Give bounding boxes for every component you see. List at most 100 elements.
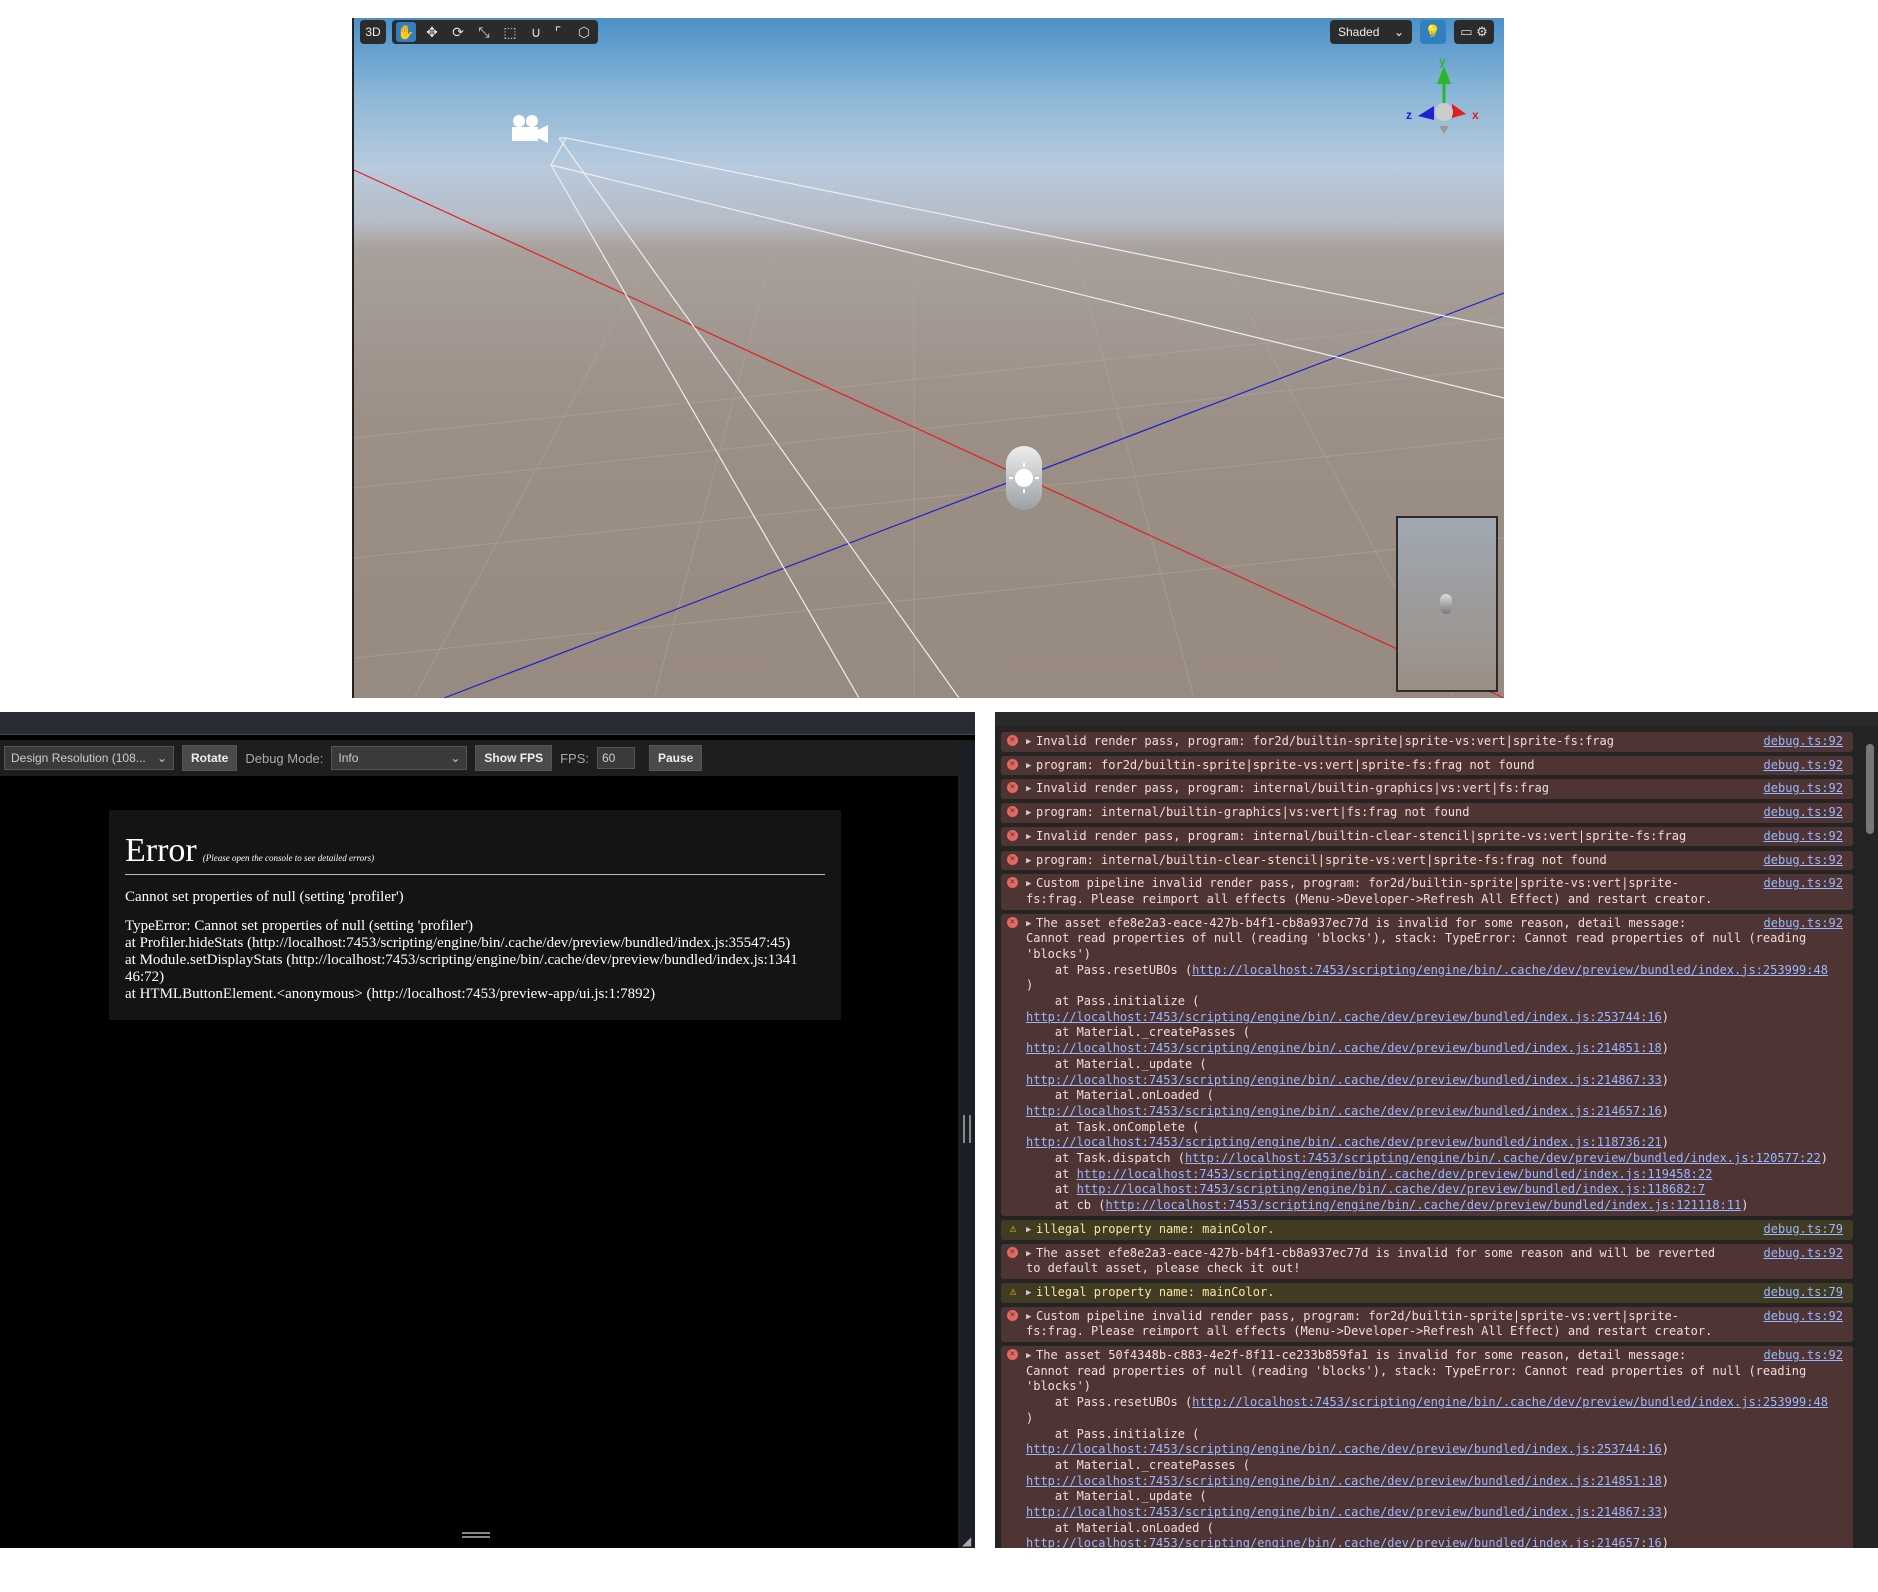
console-stack-link[interactable]: http://localhost:7453/scripting/engine/b… <box>1026 1041 1662 1055</box>
fps-input[interactable]: 60 <box>596 747 635 769</box>
console-stack-link[interactable]: http://localhost:7453/scripting/engine/b… <box>1026 1442 1662 1456</box>
console-source-link[interactable]: debug.ts:92 <box>1764 758 1843 774</box>
console-stack-link[interactable]: http://localhost:7453/scripting/engine/b… <box>1077 1167 1713 1181</box>
preview-tabstrip <box>0 712 975 735</box>
error-stack-line: TypeError: Cannot set properties of null… <box>125 918 474 934</box>
console-error-row[interactable]: ✕ ▶ program: internal/builtin-graphics|vs:… <box>1001 803 1853 823</box>
error-icon: ✕ <box>1007 735 1018 746</box>
console-message-line: http://localhost:7453/scripting/engine/b… <box>1026 1135 1669 1150</box>
console-source-link[interactable]: debug.ts:92 <box>1764 781 1843 797</box>
gizmo-x-label: x <box>1472 108 1479 122</box>
console-stack-link[interactable]: http://localhost:7453/scripting/engine/b… <box>1105 1198 1741 1212</box>
error-stack-line: 46:72) <box>125 969 165 985</box>
console-error-row[interactable]: ✕ ▶ The asset 50f4348b-c883-4e2f-8f11-ce23… <box>1001 1346 1853 1548</box>
console-warning-row[interactable]: ⚠ ▶ illegal property name: mainColor. debug… <box>1001 1219 1853 1240</box>
console-source-link[interactable]: debug.ts:92 <box>1764 876 1843 892</box>
console-stack-link[interactable]: http://localhost:7453/scripting/engine/b… <box>1026 1104 1662 1118</box>
console-error-row[interactable]: ✕ ▶ program: for2d/builtin-sprite|sprite-v… <box>1001 755 1853 776</box>
console-source-link[interactable]: debug.ts:79 <box>1764 1222 1843 1238</box>
console-message-line: at http://localhost:7453/scripting/engin… <box>1026 1166 1713 1181</box>
console-stack-link[interactable]: http://localhost:7453/scripting/engine/b… <box>1026 1474 1662 1488</box>
pause-button[interactable]: Pause <box>648 745 703 771</box>
error-title: Error <box>125 832 197 869</box>
design-resolution-select[interactable]: Design Resolution (108... ⌄ <box>4 746 174 770</box>
console-stack-link[interactable]: http://localhost:7453/scripting/engine/b… <box>1185 1151 1821 1165</box>
console-error-row[interactable]: ✕ ▶ Custom pipeline invalid render pass, p… <box>1001 1306 1853 1343</box>
axis-gizmo[interactable]: y x z <box>1404 54 1484 144</box>
console-message-line: The asset efe8e2a3-eace-427b-b4f1-cb8a93… <box>1036 915 1687 930</box>
console-stack-link[interactable]: http://localhost:7453/scripting/engine/b… <box>1026 1010 1662 1024</box>
expand-triangle-icon[interactable]: ▶ <box>1026 1247 1031 1263</box>
console-source-link[interactable]: debug.ts:92 <box>1764 805 1843 821</box>
console-message-line: 'blocks') <box>1026 1379 1092 1394</box>
expand-triangle-icon[interactable]: ▶ <box>1026 806 1031 822</box>
console-message-line: fs:frag. Please reimport all effects (Me… <box>1026 1324 1713 1339</box>
cube-icon[interactable]: ⬡ <box>574 22 594 42</box>
hand-icon[interactable]: ✋ <box>396 22 416 42</box>
console-stack-link[interactable]: http://localhost:7453/scripting/engine/b… <box>1026 1073 1662 1087</box>
rotate-icon[interactable]: ⟳ <box>448 22 468 42</box>
expand-triangle-icon[interactable]: ▶ <box>1026 1223 1031 1239</box>
scale-icon[interactable]: ⤡ <box>474 22 494 42</box>
console-source-link[interactable]: debug.ts:92 <box>1764 916 1843 932</box>
mode-3d-toggle[interactable]: 3D <box>360 20 386 44</box>
shading-dropdown[interactable]: Shaded ⌄ <box>1330 20 1412 44</box>
error-stack-line: at Module.setDisplayStats (http://localh… <box>125 952 798 968</box>
camera-icon[interactable] <box>510 114 550 144</box>
devtools-console: ✕ ▶ Invalid render pass, program: for2d/bu… <box>995 712 1878 1548</box>
expand-triangle-icon[interactable]: ▶ <box>1026 854 1031 870</box>
expand-triangle-icon[interactable]: ▶ <box>1026 1310 1031 1326</box>
expand-triangle-icon[interactable]: ▶ <box>1026 917 1031 933</box>
console-source-link[interactable]: debug.ts:92 <box>1764 1246 1843 1262</box>
preview-controls: Design Resolution (108... ⌄ Rotate Debug… <box>0 740 958 776</box>
scene-viewport[interactable]: 3D ✋ ✥ ⟳ ⤡ ⬚ ∪ ⌜ ⬡ Shaded ⌄ 💡 ▭ ⚙ y x z <box>352 18 1504 698</box>
expand-triangle-icon[interactable]: ▶ <box>1026 830 1031 846</box>
console-message-line: at Material._update ( <box>1026 1056 1207 1071</box>
console-source-link[interactable]: debug.ts:92 <box>1764 853 1843 869</box>
pivot-icon[interactable]: ⌜ <box>548 22 568 42</box>
console-stack-link[interactable]: http://localhost:7453/scripting/engine/b… <box>1026 1536 1662 1548</box>
console-message-line: illegal property name: mainColor. <box>1036 1221 1275 1236</box>
console-error-row[interactable]: ✕ ▶ Invalid render pass, program: internal… <box>1001 826 1853 847</box>
rotate-button[interactable]: Rotate <box>182 745 238 771</box>
magnet-icon[interactable]: ∪ <box>526 22 546 42</box>
expand-triangle-icon[interactable]: ▶ <box>1026 735 1031 751</box>
move-icon[interactable]: ✥ <box>422 22 442 42</box>
console-source-link[interactable]: debug.ts:92 <box>1764 829 1843 845</box>
console-message-line: Invalid render pass, program: for2d/buil… <box>1036 734 1614 748</box>
console-error-row[interactable]: ✕ ▶ The asset efe8e2a3-eace-427b-b4f1-cb8a… <box>1001 1243 1853 1279</box>
console-scrollbar[interactable] <box>1866 744 1874 834</box>
console-stack-link[interactable]: http://localhost:7453/scripting/engine/b… <box>1026 1505 1662 1519</box>
resize-corner-icon[interactable]: ◢ <box>962 1534 971 1548</box>
expand-triangle-icon[interactable]: ▶ <box>1026 877 1031 893</box>
lightbulb-icon[interactable]: 💡 <box>1420 20 1446 44</box>
console-error-row[interactable]: ✕ ▶ Invalid render pass, program: for2d/bu… <box>1001 732 1853 752</box>
console-source-link[interactable]: debug.ts:92 <box>1764 1348 1843 1364</box>
expand-triangle-icon[interactable]: ▶ <box>1026 782 1031 798</box>
camera-settings-button[interactable]: ▭ ⚙ <box>1454 20 1494 44</box>
console-message-line: http://localhost:7453/scripting/engine/b… <box>1026 1505 1669 1520</box>
console-source-link[interactable]: debug.ts:92 <box>1764 1309 1843 1325</box>
console-stack-link[interactable]: http://localhost:7453/scripting/engine/b… <box>1192 963 1828 977</box>
light-icon[interactable] <box>1006 446 1042 510</box>
console-message-line: http://localhost:7453/scripting/engine/b… <box>1026 1072 1669 1087</box>
rect-icon[interactable]: ⬚ <box>500 22 520 42</box>
console-source-link[interactable]: debug.ts:79 <box>1764 1285 1843 1301</box>
console-stack-link[interactable]: http://localhost:7453/scripting/engine/b… <box>1192 1395 1828 1409</box>
console-source-link[interactable]: debug.ts:92 <box>1764 734 1843 750</box>
console-error-row[interactable]: ✕ ▶ The asset efe8e2a3-eace-427b-b4f1-cb8a… <box>1001 913 1853 1216</box>
console-error-row[interactable]: ✕ ▶ Custom pipeline invalid render pass, p… <box>1001 874 1853 910</box>
vertical-splitter-handle[interactable] <box>963 1115 971 1143</box>
console-error-row[interactable]: ✕ ▶ program: internal/builtin-clear-stenci… <box>1001 850 1853 871</box>
expand-triangle-icon[interactable]: ▶ <box>1026 1286 1031 1302</box>
console-stack-link[interactable]: http://localhost:7453/scripting/engine/b… <box>1026 1135 1662 1149</box>
expand-triangle-icon[interactable]: ▶ <box>1026 759 1031 775</box>
console-warning-row[interactable]: ⚠ ▶ illegal property name: mainColor. debug… <box>1001 1283 1853 1303</box>
horizontal-resize-handle[interactable] <box>462 1532 490 1538</box>
expand-triangle-icon[interactable]: ▶ <box>1026 1349 1031 1365</box>
debug-mode-select[interactable]: Info ⌄ <box>331 746 468 770</box>
console-stack-link[interactable]: http://localhost:7453/scripting/engine/b… <box>1077 1182 1706 1196</box>
error-stack-line: at HTMLButtonElement.<anonymous> (http:/… <box>125 986 656 1002</box>
show-fps-button[interactable]: Show FPS <box>475 745 553 771</box>
console-error-row[interactable]: ✕ ▶ Invalid render pass, program: internal… <box>1001 779 1853 800</box>
